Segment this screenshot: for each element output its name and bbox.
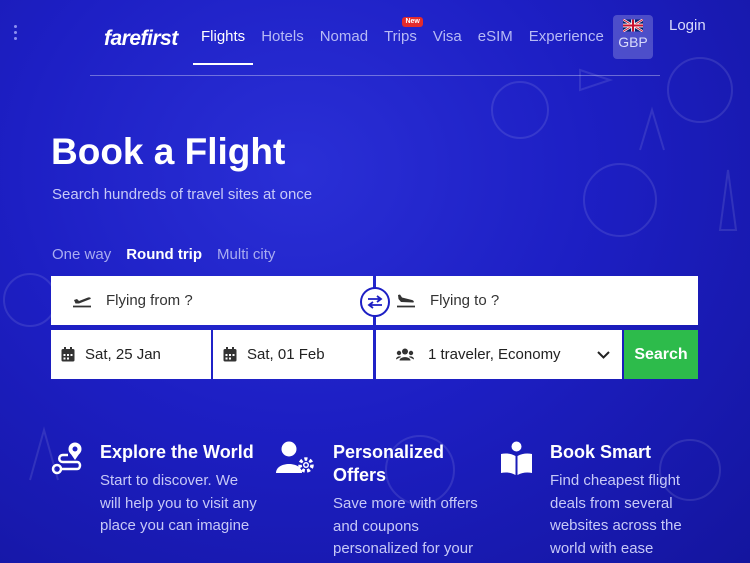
travelers-select[interactable]: 1 traveler, Economy [376,330,622,379]
nav-experience-label: Experience [528,28,604,45]
nav-visa-label: Visa [432,28,462,45]
depart-date-field[interactable]: Sat, 25 Jan [51,330,211,379]
nav-divider [90,75,660,76]
tab-round-trip[interactable]: Round trip [126,246,202,263]
depart-date-value: Sat, 25 Jan [85,346,161,363]
users-icon [396,348,414,361]
return-date-value: Sat, 01 Feb [247,346,325,363]
feature-text: Find cheapest flight deals from several … [550,472,682,557]
swap-locations-button[interactable] [360,287,390,317]
main-nav: Flights Hotels Nomad Trips New Visa eSIM… [193,0,612,65]
flying-to-placeholder: Flying to ? [430,292,500,309]
feature-text: Start to discover. We will help you to v… [100,472,257,534]
nav-hotels-label: Hotels [261,28,304,45]
calendar-icon [61,347,75,362]
nav-experience[interactable]: Experience [521,0,612,65]
uk-flag-icon [623,19,643,32]
nav-hotels[interactable]: Hotels [253,0,312,65]
nav-trips-label: Trips [384,28,417,45]
tab-multi-city[interactable]: Multi city [217,246,275,263]
feature-title: Explore the World [100,442,254,462]
nav-esim-label: eSIM [477,28,513,45]
nav-nomad-label: Nomad [319,28,369,45]
feature-text: Save more with offers and coupons person… [333,495,478,557]
login-link[interactable]: Login [669,17,706,34]
chevron-down-icon [597,350,610,359]
user-gear-icon [276,441,314,473]
nav-visa[interactable]: Visa [425,0,470,65]
book-open-icon [501,441,532,475]
nav-flights-label: Flights [201,28,246,45]
route-icon [51,442,82,475]
currency-selector[interactable]: GBP [613,15,653,59]
nav-trips[interactable]: Trips New [376,0,425,65]
plane-takeoff-icon [73,296,91,307]
trip-type-tabs: One way Round trip Multi city [52,246,275,263]
nav-flights[interactable]: Flights [193,0,254,65]
nav-esim[interactable]: eSIM [470,0,521,65]
tab-one-way[interactable]: One way [52,246,111,263]
currency-label: GBP [618,34,648,50]
swap-arrows-icon [367,295,383,309]
feature-title: Personalized Offers [333,442,445,485]
travelers-value: 1 traveler, Economy [428,346,561,363]
farefirst-logo[interactable]: farefirst [104,27,178,51]
return-date-field[interactable]: Sat, 01 Feb [213,330,373,379]
search-button[interactable]: Search [624,330,698,379]
new-badge: New [402,17,423,27]
nav-nomad[interactable]: Nomad [312,0,376,65]
menu-dots-icon[interactable] [10,22,20,46]
feature-title: Book Smart [550,442,652,462]
flying-from-field[interactable]: Flying from ? [51,276,373,325]
flying-to-field[interactable]: Flying to ? [376,276,698,325]
page-title: Book a Flight [51,131,286,172]
plane-landing-icon [397,294,415,307]
calendar-icon [223,347,237,362]
page-subtitle: Search hundreds of travel sites at once [52,186,313,203]
flying-from-placeholder: Flying from ? [106,292,193,309]
